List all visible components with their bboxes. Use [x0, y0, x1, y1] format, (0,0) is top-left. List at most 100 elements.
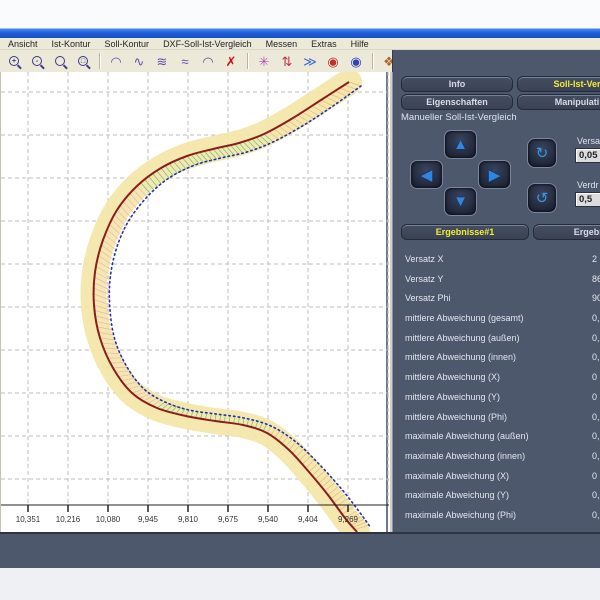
arrow-left-icon: ◀ [421, 166, 433, 184]
result-row: mittlere Abweichung (gesamt) 0, [393, 309, 600, 329]
result-label: Versatz Phi [405, 293, 451, 303]
x-axis-tick-label: 10,080 [91, 515, 125, 524]
contour-edit-icon[interactable]: ≋ [152, 52, 172, 70]
toolbar-separator [372, 53, 373, 69]
x-axis-tick-label: 9,269 [331, 515, 365, 524]
result-label: Versatz X [405, 254, 444, 264]
result-label: mittlere Abweichung (innen) [405, 352, 516, 362]
result-row: Versatz X 2 [393, 250, 600, 270]
zoom-out-icon[interactable]: - [27, 52, 47, 70]
menu-item-hilfe[interactable]: Hilfe [351, 39, 369, 49]
result-row: mittlere Abweichung (innen) 0, [393, 348, 600, 368]
mirror-icon[interactable]: ⇅ [277, 52, 297, 70]
contour-plot[interactable]: 10,35110,21610,0809,9459,8109,6759,5409,… [0, 72, 388, 532]
zoom-out-icon: - [32, 56, 42, 66]
arrow-right-icon: ▶ [489, 166, 501, 184]
menu-item-messen[interactable]: Messen [266, 39, 298, 49]
result-value: 0, [592, 490, 600, 500]
result-value: 0 [592, 471, 597, 481]
result-label: maximale Abweichung (Phi) [405, 510, 516, 520]
move-left-button[interactable]: ◀ [410, 160, 443, 189]
result-label: mittlere Abweichung (X) [405, 372, 500, 382]
application-window: Ansicht Ist-Kontur Soll-Kontur DXF-Soll-Ist… [0, 0, 600, 600]
result-label: maximale Abweichung (innen) [405, 451, 525, 461]
x-axis-tick-label: 9,540 [251, 515, 285, 524]
result-label: mittlere Abweichung (außen) [405, 333, 520, 343]
result-label: maximale Abweichung (außen) [405, 431, 529, 441]
move-down-button[interactable]: ▼ [444, 187, 477, 216]
menu-item-soll-kontur[interactable]: Soll-Kontur [105, 39, 150, 49]
result-value: 2 [592, 254, 597, 264]
menu-item-dxf-soll-ist-vergleich[interactable]: DXF-Soll-Ist-Vergleich [163, 39, 252, 49]
globe-red-icon[interactable]: ◉ [323, 52, 343, 70]
result-value: 0, [592, 352, 600, 362]
result-row: mittlere Abweichung (Phi)0, [393, 408, 600, 428]
toolbar-separator [99, 53, 100, 69]
rotate-ccw-icon: ↻ [536, 144, 549, 162]
section-title: Manueller Soll-Ist-Vergleich [401, 112, 517, 123]
verdrehung-input[interactable]: 0,5 [575, 192, 600, 207]
title-bar[interactable] [0, 28, 600, 38]
move-right-button[interactable]: ▶ [478, 160, 511, 189]
side-panel: Info Soll-Ist-Ver Eigenschaften Manipula… [392, 72, 600, 532]
result-value: 86 [592, 274, 600, 284]
versatz-input[interactable]: 0,05 [575, 148, 600, 163]
rotate-ccw-button[interactable]: ↻ [527, 138, 557, 168]
contour-zoom-icon[interactable]: ∿ [129, 52, 149, 70]
move-up-button[interactable]: ▲ [444, 130, 477, 159]
bottom-bar [0, 532, 600, 568]
menu-item-ist-kontur[interactable]: Ist-Kontur [52, 39, 91, 49]
menu-item-ansicht[interactable]: Ansicht [8, 39, 38, 49]
zoom-in-icon: + [9, 56, 19, 66]
rotate-cw-button[interactable]: ↺ [527, 183, 557, 213]
result-value: 0, [592, 313, 600, 323]
transform-icon[interactable]: ≫ [300, 52, 320, 70]
point-compare-icon[interactable]: ✳ [254, 52, 274, 70]
results-list: Versatz X 2 Versatz Y 86 Versatz Phi 90 mittle… [393, 250, 600, 526]
result-row: mittlere Abweichung (Y) 0 [393, 388, 600, 408]
x-axis-tick-label: 10,351 [11, 515, 45, 524]
x-axis-tick-label: 10,216 [51, 515, 85, 524]
tab-info[interactable]: Info [401, 76, 513, 92]
contour-copy-icon[interactable]: ≈ [175, 52, 195, 70]
page-margin [0, 568, 600, 600]
result-value: 0 [592, 372, 597, 382]
contour-arc-icon[interactable]: ◠ [106, 52, 126, 70]
tab-soll-ist-vergleich[interactable]: Soll-Ist-Ver [517, 76, 600, 92]
versatz-label: Versa [577, 136, 600, 146]
tab-manipulation[interactable]: Manipulati [517, 94, 600, 110]
result-row: mittlere Abweichung (X) 0 [393, 368, 600, 388]
zoom-window-icon [55, 56, 65, 66]
result-value: 0, [592, 333, 600, 343]
plot-canvas [1, 72, 389, 532]
zoom-window-icon[interactable] [50, 52, 70, 70]
tab-ergebnisse-2[interactable]: Ergebnis [533, 224, 600, 240]
delete-icon[interactable]: ✗ [221, 52, 241, 70]
result-label: maximale Abweichung (X) [405, 471, 509, 481]
tab-ergebnisse-1[interactable]: Ergebnisse#1 [401, 224, 529, 240]
x-axis-tick-label: 9,810 [171, 515, 205, 524]
tab-eigenschaften[interactable]: Eigenschaften [401, 94, 513, 110]
menu-item-extras[interactable]: Extras [311, 39, 337, 49]
x-axis-tick-label: 9,404 [291, 515, 325, 524]
globe-blue-icon[interactable]: ◉ [346, 52, 366, 70]
result-label: mittlere Abweichung (Phi) [405, 412, 507, 422]
arrow-up-icon: ▲ [453, 136, 468, 153]
result-value: 90 [592, 293, 600, 303]
result-label: maximale Abweichung (Y) [405, 490, 509, 500]
result-label: Versatz Y [405, 274, 443, 284]
result-row: mittlere Abweichung (außen) 0, [393, 329, 600, 349]
contour-search-icon[interactable]: ◠ [198, 52, 218, 70]
zoom-fit-icon[interactable]: □ [73, 52, 93, 70]
arrow-down-icon: ▼ [453, 193, 468, 210]
result-value: 0, [592, 451, 600, 461]
toolbar-separator [247, 53, 248, 69]
result-label: mittlere Abweichung (Y) [405, 392, 500, 402]
result-value: 0 [592, 392, 597, 402]
result-row: maximale Abweichung (Phi)0, [393, 506, 600, 526]
zoom-in-icon[interactable]: + [4, 52, 24, 70]
result-label: mittlere Abweichung (gesamt) [405, 313, 524, 323]
rotate-cw-icon: ↺ [536, 189, 549, 207]
result-row: maximale Abweichung (außen)0, [393, 427, 600, 447]
panel-header-strip [392, 50, 600, 72]
